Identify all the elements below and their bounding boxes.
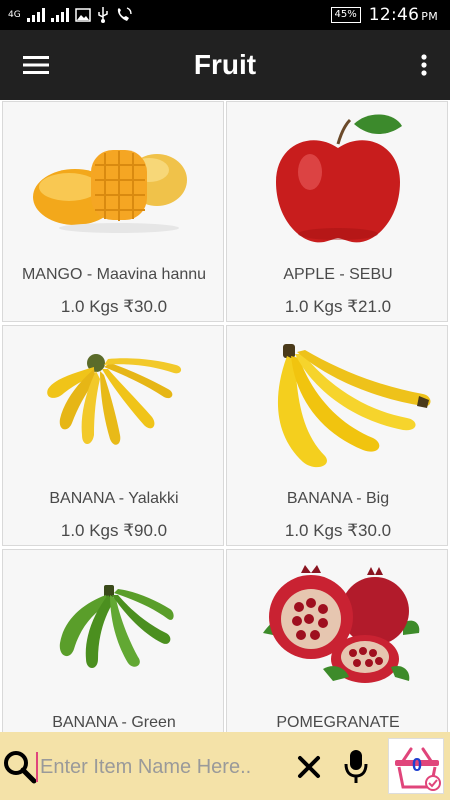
usb-icon: [97, 7, 108, 23]
product-price: 1.0 Kgs ₹90.0: [60, 521, 168, 540]
voice-search-button[interactable]: [344, 748, 368, 786]
battery-indicator: 45%: [330, 7, 361, 23]
product-name: APPLE - SEBU: [283, 266, 393, 283]
clock-ampm: PM: [421, 10, 438, 23]
product-name: POMEGRANATE: [276, 714, 400, 731]
status-icons: 4G: [8, 6, 133, 24]
network-type-label: 4G: [8, 10, 21, 20]
menu-button[interactable]: [16, 48, 56, 82]
search-bar: 0: [0, 732, 450, 800]
signal-icon-2: [50, 8, 69, 22]
close-icon: [298, 756, 320, 778]
banana-yalakki-image: [3, 336, 225, 471]
product-card-apple[interactable]: APPLE - SEBU 1.0 Kgs ₹21.0: [226, 101, 448, 322]
mango-image: [3, 112, 225, 247]
product-card-banana-green[interactable]: BANANA - Green: [2, 549, 224, 732]
overflow-menu-button[interactable]: [414, 48, 434, 82]
product-name: BANANA - Green: [52, 714, 176, 731]
product-grid: MANGO - Maavina hannu 1.0 Kgs ₹30.0 APPL…: [0, 100, 450, 732]
product-card-banana-yalakki[interactable]: BANANA - Yalakki 1.0 Kgs ₹90.0: [2, 325, 224, 546]
page-title: Fruit: [193, 49, 257, 80]
signal-icon: [26, 8, 45, 22]
product-price: 1.0 Kgs ₹30.0: [284, 521, 392, 540]
status-bar: 4G 45% 12:46 PM: [0, 0, 450, 30]
banana-big-image: [227, 336, 449, 471]
apple-image: [227, 112, 449, 247]
status-right: 45% 12:46 PM: [330, 0, 438, 30]
search-icon: [4, 751, 37, 784]
image-icon: [74, 8, 91, 22]
clock-time: 12:46: [368, 5, 420, 25]
clear-search-button[interactable]: [296, 754, 322, 780]
cart-button[interactable]: 0: [388, 738, 444, 794]
clock: 12:46 PM: [369, 5, 438, 25]
product-name: MANGO - Maavina hannu: [21, 266, 207, 283]
product-name: BANANA - Big: [286, 490, 390, 507]
hamburger-menu-icon: [23, 56, 49, 74]
cart-count-badge: 0: [411, 755, 422, 775]
microphone-icon: [344, 750, 368, 783]
banana-green-image: [3, 560, 225, 695]
search-button[interactable]: [2, 749, 38, 785]
product-card-banana-big[interactable]: BANANA - Big 1.0 Kgs ₹30.0: [226, 325, 448, 546]
pomegranate-image: [227, 560, 449, 695]
product-card-pomegranate[interactable]: POMEGRANATE: [226, 549, 448, 732]
more-vert-icon: [421, 54, 427, 76]
product-card-mango[interactable]: MANGO - Maavina hannu 1.0 Kgs ₹30.0: [2, 101, 224, 322]
product-price: 1.0 Kgs ₹30.0: [60, 297, 168, 316]
search-input[interactable]: [36, 752, 286, 782]
product-price: 1.0 Kgs ₹21.0: [284, 297, 392, 316]
call-icon: [117, 7, 132, 21]
app-bar: Fruit: [0, 30, 450, 100]
product-name: BANANA - Yalakki: [49, 490, 179, 507]
